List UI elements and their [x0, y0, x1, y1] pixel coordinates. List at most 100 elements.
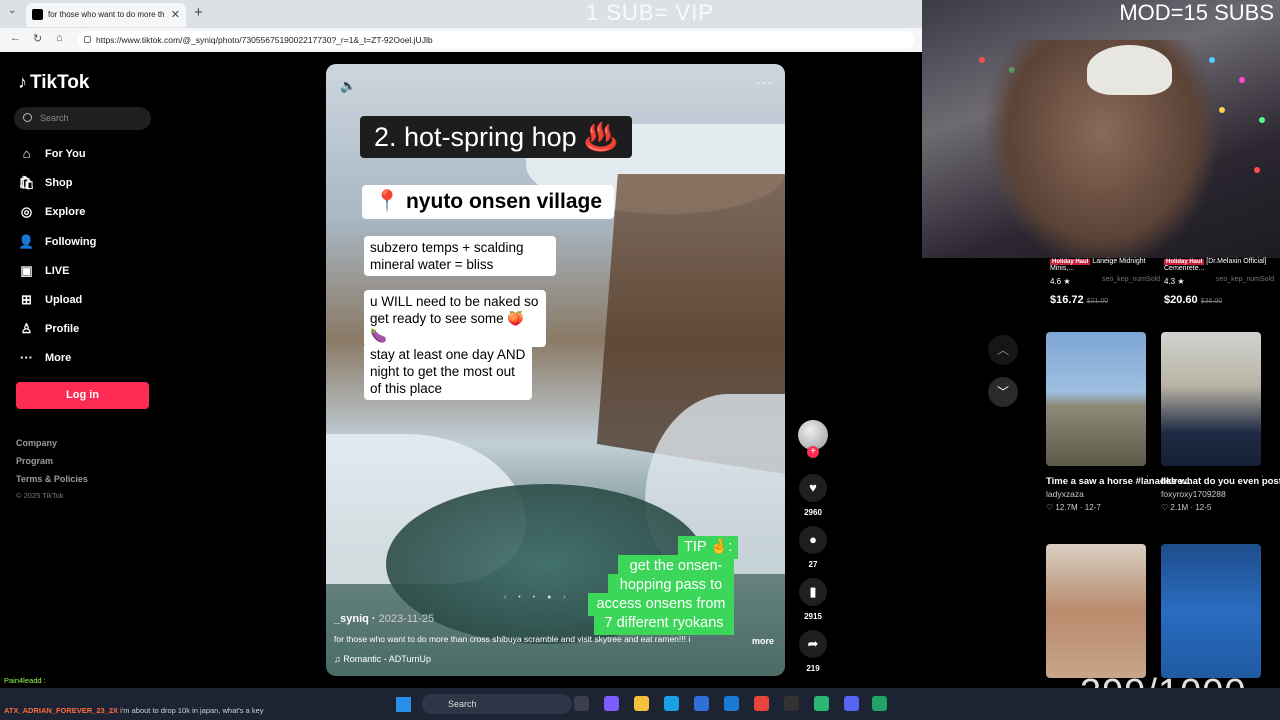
chrome-icon[interactable] — [754, 696, 769, 711]
more-options-icon[interactable]: ⋮ — [1258, 474, 1267, 485]
sidebar-item-explore[interactable]: ◎ Explore — [18, 203, 86, 221]
sidebar-item-shop[interactable]: 🛍 Shop — [18, 174, 72, 192]
chrome-profile-icon[interactable] — [814, 696, 829, 711]
tab-strip: ⌄ for those who want to do more th ✕ + — [0, 0, 922, 27]
video-title: Time a saw a horse #lanadelre... — [1046, 476, 1191, 487]
like-count: 2960 — [804, 508, 822, 517]
share-button[interactable]: ➦ 219 — [796, 630, 830, 673]
bookmark-icon: ▮ — [799, 578, 827, 606]
browser-chrome: ⌄ for those who want to do more th ✕ + ←… — [0, 0, 922, 52]
author-name: _syniq — [334, 613, 369, 625]
previous-post-chevron-up-icon[interactable]: ︿ — [988, 335, 1018, 365]
post-navigation: ︿ ﹀ — [988, 335, 1018, 419]
search-placeholder: Search — [40, 113, 69, 123]
product-card[interactable]: Holiday Haul [Dr.Melaxin Official] Cemen… — [1164, 258, 1274, 306]
more-options-icon[interactable]: ⋮ — [1143, 474, 1152, 485]
music-track[interactable]: ♫ Romantic - ADTurnUp — [334, 654, 431, 664]
product-card[interactable]: Holiday Haul Laneige Midnight Minis,... … — [1050, 258, 1160, 306]
nav-row: ← ↻ ⌂ https://www.tiktok.com/@_syniq/pho… — [0, 28, 922, 52]
sidebar-item-profile[interactable]: ♙ Profile — [18, 320, 80, 338]
product-price: $16.72 $21.00 — [1050, 294, 1109, 306]
login-button[interactable]: Log in — [16, 382, 149, 409]
chat-line: ATX_ADRIAN_FOREVER_23_2X i'm about to dr… — [4, 706, 264, 715]
caption-line: subzero temps + scalding mineral water =… — [364, 236, 556, 276]
tiktok-favicon-icon — [32, 9, 43, 20]
video-meta: ♡ 12.7M · 12-7 — [1046, 503, 1101, 512]
sidebar-item-more[interactable]: ··· More — [18, 349, 71, 367]
copyright: © 2025 TikTok — [16, 491, 64, 500]
compass-icon: ◎ — [20, 204, 33, 219]
caption-line: stay at least one day AND night to get t… — [364, 343, 532, 400]
comment-count: 27 — [808, 560, 818, 569]
close-tab-icon[interactable]: ✕ — [171, 3, 180, 27]
edge-icon[interactable] — [664, 696, 679, 711]
more-options-icon[interactable]: ··· — [756, 74, 773, 90]
heart-icon: ♥ — [799, 474, 827, 502]
share-icon: ➦ — [799, 630, 827, 658]
url-text: https://www.tiktok.com/@_syniq/photo/730… — [96, 35, 433, 45]
search-input[interactable]: Search — [14, 107, 151, 130]
file-explorer-icon[interactable] — [634, 696, 649, 711]
product-price: $20.60 $36.00 — [1164, 294, 1223, 306]
app-icon[interactable] — [604, 696, 619, 711]
like-button[interactable]: ♥ 2960 — [796, 474, 830, 517]
video-meta: ♡ 2.1M · 12-5 — [1161, 503, 1212, 512]
caption-location: 📍 nyuto onsen village — [362, 185, 615, 219]
notepad-icon[interactable] — [872, 696, 887, 711]
post-date: 2023-11-25 — [378, 613, 435, 625]
related-video-card[interactable]: like what do you even post after... foxy… — [1161, 332, 1280, 512]
new-tab-icon[interactable]: + — [194, 4, 203, 21]
webcam-overlay: MOD=15 SUBS — [922, 0, 1280, 258]
related-video-card[interactable]: Time a saw a horse #lanadelre... ladyxza… — [1046, 332, 1191, 512]
related-video-card[interactable] — [1046, 544, 1146, 678]
save-button[interactable]: ▮ 2915 — [796, 578, 830, 621]
caption-title: 2. hot-spring hop ♨️ — [360, 116, 632, 158]
windows-start-icon[interactable] — [396, 697, 411, 712]
video-thumbnail — [1046, 332, 1146, 466]
next-post-chevron-down-icon[interactable]: ﹀ — [988, 377, 1018, 407]
discord-icon[interactable] — [844, 696, 859, 711]
tiktok-logo[interactable]: ♪ TikTok — [18, 72, 89, 94]
home-browser-icon[interactable]: ⌂ — [56, 32, 63, 44]
video-thumbnail — [1046, 544, 1146, 678]
footer-link-terms[interactable]: Terms & Policies — [16, 474, 88, 484]
tip-line: 7 different ryokans — [594, 612, 734, 635]
task-view-icon[interactable] — [574, 696, 589, 711]
sidebar-item-live[interactable]: ▣ LIVE — [18, 262, 69, 280]
more-link[interactable]: more — [752, 636, 774, 646]
related-video-card[interactable] — [1161, 544, 1261, 678]
sidebar-item-for-you[interactable]: ⌂ For You — [18, 145, 86, 163]
sidebar-item-following[interactable]: 👤 Following — [18, 233, 96, 251]
carousel-dots[interactable]: ‹ • • ● › — [504, 594, 571, 601]
post-description: for those who want to do more than cross… — [334, 634, 774, 646]
comment-icon: ● — [799, 526, 827, 554]
follow-plus-icon[interactable]: + — [807, 446, 819, 458]
more-dots-icon: ··· — [20, 350, 33, 365]
back-arrow-icon[interactable]: ← — [10, 32, 21, 44]
stream-mod-overlay: MOD=15 SUBS — [1119, 0, 1274, 25]
tab-list-chevron-icon[interactable]: ⌄ — [8, 5, 16, 16]
video-thumbnail — [1161, 544, 1261, 678]
video-author: ladyxzaza — [1046, 489, 1084, 499]
following-icon: 👤 — [18, 234, 35, 249]
outlook-icon[interactable] — [724, 696, 739, 711]
video-author: foxyroxy1709288 — [1161, 489, 1226, 499]
browser-tab[interactable]: for those who want to do more th ✕ — [26, 3, 186, 27]
windows-taskbar: Search — [0, 688, 1280, 720]
comment-button[interactable]: ● 27 — [796, 526, 830, 569]
app-icon[interactable] — [694, 696, 709, 711]
shop-icon: 🛍 — [18, 175, 35, 190]
stream-sub-overlay: 1 SUB= VIP — [585, 0, 714, 25]
volume-icon[interactable]: 🔈 — [340, 78, 356, 94]
reload-icon[interactable]: ↻ — [33, 32, 42, 45]
post-media[interactable]: 🔈 ··· 2. hot-spring hop ♨️ 📍 nyuto onsen… — [326, 64, 785, 676]
home-icon: ⌂ — [22, 146, 31, 161]
footer-link-company[interactable]: Company — [16, 438, 57, 448]
obs-icon[interactable] — [784, 696, 799, 711]
address-bar[interactable]: https://www.tiktok.com/@_syniq/photo/730… — [78, 31, 914, 49]
sidebar-item-upload[interactable]: ⊞ Upload — [18, 291, 82, 309]
author-line[interactable]: _syniq · 2023-11-25 — [334, 613, 434, 625]
taskbar-search[interactable]: Search — [422, 694, 572, 714]
footer-link-program[interactable]: Program — [16, 456, 53, 466]
save-count: 2915 — [804, 612, 822, 621]
